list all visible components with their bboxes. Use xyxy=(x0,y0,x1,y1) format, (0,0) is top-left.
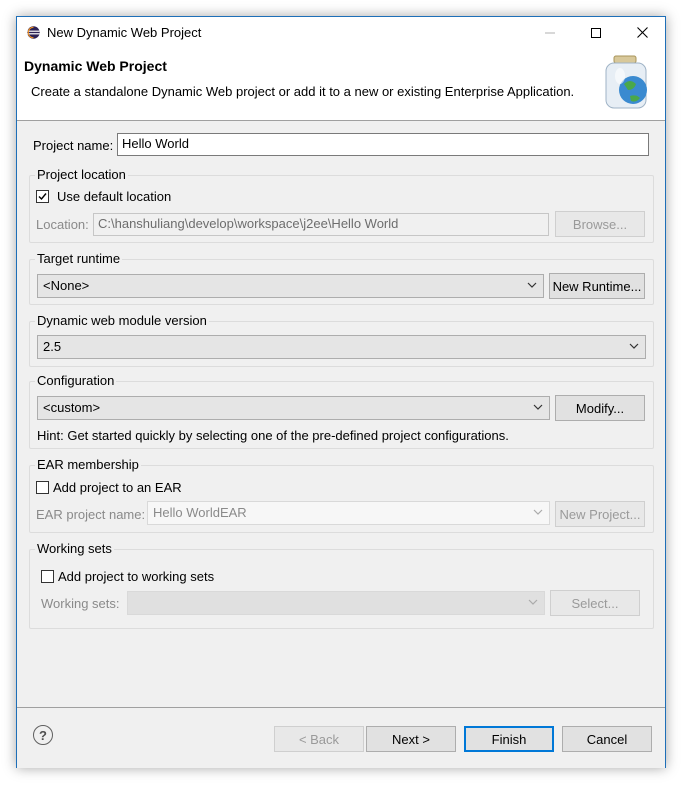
cancel-button[interactable]: Cancel xyxy=(562,726,652,752)
page-title: Dynamic Web Project xyxy=(24,58,167,74)
ear-project-name-label: EAR project name: xyxy=(36,507,146,522)
maximize-icon xyxy=(591,27,601,38)
ear-project-name-value: Hello WorldEAR xyxy=(153,505,247,520)
chevron-down-icon xyxy=(533,404,543,410)
chevron-down-icon xyxy=(533,509,543,515)
configuration-group-label: Configuration xyxy=(35,373,117,388)
module-version-value: 2.5 xyxy=(43,339,62,354)
location-input[interactable]: C:\hanshuliang\develop\workspace\j2ee\He… xyxy=(93,213,549,236)
page-description: Create a standalone Dynamic Web project … xyxy=(31,84,575,99)
chevron-down-icon xyxy=(527,282,537,288)
add-to-working-sets-label: Add project to working sets xyxy=(58,569,215,584)
next-button[interactable]: Next > xyxy=(366,726,456,752)
minimize-icon xyxy=(545,32,555,33)
modify-button[interactable]: Modify... xyxy=(555,395,645,421)
working-sets-select[interactable] xyxy=(127,591,545,615)
chevron-down-icon xyxy=(629,343,639,349)
chevron-down-icon xyxy=(528,599,538,605)
configuration-value: <custom> xyxy=(43,400,101,415)
dialog-window: New Dynamic Web Project Dynamic Web Proj… xyxy=(16,16,666,768)
working-sets-group xyxy=(29,549,654,629)
target-runtime-group-label: Target runtime xyxy=(35,251,123,266)
window-title: New Dynamic Web Project xyxy=(47,25,202,40)
title-bar: New Dynamic Web Project xyxy=(17,17,665,48)
working-sets-label: Working sets: xyxy=(41,596,120,611)
wizard-header: Dynamic Web Project Create a standalone … xyxy=(17,48,665,121)
new-runtime-button[interactable]: New Runtime... xyxy=(549,273,645,299)
minimize-button[interactable] xyxy=(527,17,573,48)
module-version-group-label: Dynamic web module version xyxy=(35,313,209,328)
checkmark-icon xyxy=(38,193,47,201)
project-name-input[interactable]: Hello World xyxy=(117,133,649,156)
use-default-location-label: Use default location xyxy=(57,189,172,204)
eclipse-icon xyxy=(27,26,40,39)
project-name-label: Project name: xyxy=(33,138,114,153)
target-runtime-select[interactable]: <None> xyxy=(37,274,544,298)
location-label: Location: xyxy=(36,217,89,232)
select-working-sets-button[interactable]: Select... xyxy=(550,590,640,616)
new-ear-project-button[interactable]: New Project... xyxy=(555,501,645,527)
configuration-hint: Hint: Get started quickly by selecting o… xyxy=(37,428,509,443)
add-to-ear-label: Add project to an EAR xyxy=(53,480,182,495)
browse-button[interactable]: Browse... xyxy=(555,211,645,237)
finish-button[interactable]: Finish xyxy=(464,726,554,752)
close-icon xyxy=(636,27,648,38)
add-to-ear-checkbox[interactable] xyxy=(36,481,49,494)
module-version-select[interactable]: 2.5 xyxy=(37,335,646,359)
maximize-button[interactable] xyxy=(573,17,619,48)
add-to-working-sets-checkbox[interactable] xyxy=(41,570,54,583)
project-location-group-label: Project location xyxy=(35,167,128,182)
ear-membership-group-label: EAR membership xyxy=(35,457,141,472)
help-icon[interactable]: ? xyxy=(33,725,53,745)
working-sets-group-label: Working sets xyxy=(35,541,114,556)
close-button[interactable] xyxy=(619,17,665,48)
wizard-footer: ? < Back Next > Finish Cancel xyxy=(17,707,665,768)
web-project-jar-icon xyxy=(605,55,647,109)
ear-project-name-select[interactable]: Hello WorldEAR xyxy=(147,501,550,525)
use-default-location-checkbox[interactable] xyxy=(36,190,49,203)
target-runtime-value: <None> xyxy=(43,278,90,293)
back-button[interactable]: < Back xyxy=(274,726,364,752)
configuration-select[interactable]: <custom> xyxy=(37,396,550,420)
